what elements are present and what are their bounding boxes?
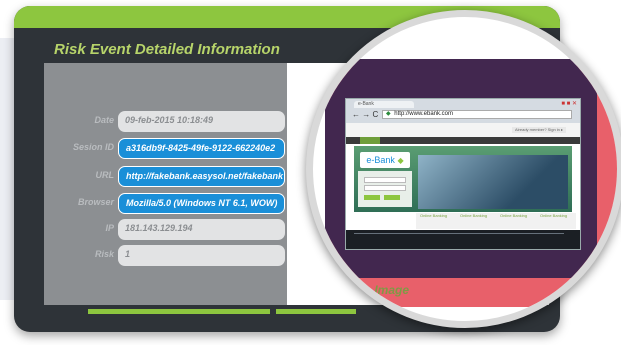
site-hero-image: [418, 155, 568, 209]
site-footer-text: [354, 233, 564, 234]
browser-screenshot[interactable]: e-Bank ■ ■ ✕ ← → C ◆ http://www.ebank.co…: [345, 98, 581, 250]
site-links-row: Online Banking Online Banking Online Ban…: [416, 213, 576, 229]
image-caption: ll Size Image: [337, 283, 410, 297]
site-username-input: [364, 177, 406, 183]
logo-mark-icon: ◆: [397, 156, 404, 165]
field-label-date: Date: [94, 115, 114, 125]
site-login-box: [358, 171, 412, 207]
site-register-button: [384, 195, 400, 200]
secure-icon: ◆: [386, 111, 391, 117]
field-value-ip[interactable]: 181.143.129.194: [118, 219, 285, 240]
details-panel: Date 09-feb-2015 10:18:49 Sesion ID a316…: [44, 63, 287, 305]
site-login-bar: Already member? Sign in ▸: [512, 127, 566, 133]
field-row-browser: Browser Mozilla/5.0 (Windows NT 6.1, WOW…: [44, 193, 287, 214]
site-link: Online Banking: [540, 213, 568, 218]
field-value-url[interactable]: http://fakebank.easysol.net/fakebank: [118, 166, 285, 187]
magnifier-lens: e-Bank ■ ■ ✕ ← → C ◆ http://www.ebank.co…: [306, 10, 621, 328]
browser-tab: e-Bank: [354, 101, 414, 108]
address-text: http://www.ebank.com: [394, 111, 453, 117]
site-logo: e-Bank ◆: [360, 152, 410, 168]
field-label-browser: Browser: [77, 197, 114, 207]
site-nav-strip: [346, 137, 580, 144]
address-bar: ◆ http://www.ebank.com: [382, 110, 572, 119]
site-link: Online Banking: [500, 213, 528, 218]
browser-nav-buttons: ← → C: [352, 110, 379, 119]
site-logo-text: e-Bank: [366, 155, 395, 165]
field-value-risk[interactable]: 1: [118, 245, 285, 266]
site-footer: [346, 230, 580, 249]
field-row-session-id: Sesion ID a316db9f-8425-49fe-9122-662240…: [44, 138, 287, 159]
field-label-session-id: Sesion ID: [72, 142, 114, 152]
field-row-risk: Risk 1: [44, 245, 287, 266]
field-label-url: URL: [95, 170, 115, 180]
field-value-browser[interactable]: Mozilla/5.0 (Windows NT 6.1, WOW): [118, 193, 285, 214]
field-row-url: URL http://fakebank.easysol.net/fakebank: [44, 166, 287, 187]
field-label-ip: IP: [105, 223, 114, 233]
site-login-button: [364, 195, 380, 200]
field-row-date: Date 09-feb-2015 10:18:49: [44, 111, 287, 132]
scroll-indicator-left: [88, 309, 270, 314]
site-password-input: [364, 185, 406, 191]
site-nav-active-tab: [360, 137, 380, 144]
scroll-indicator-right: [276, 309, 356, 314]
field-value-date[interactable]: 09-feb-2015 10:18:49: [118, 111, 285, 132]
field-value-session-id[interactable]: a316db9f-8425-49fe-9122-662240e2: [118, 138, 285, 159]
site-link: Online Banking: [460, 213, 488, 218]
field-label-risk: Risk: [94, 249, 114, 259]
panel-title: Risk Event Detailed Information: [54, 41, 280, 58]
field-row-ip: IP 181.143.129.194: [44, 219, 287, 240]
site-link: Online Banking: [420, 213, 448, 218]
window-controls-icon: ■ ■ ✕: [561, 101, 577, 107]
